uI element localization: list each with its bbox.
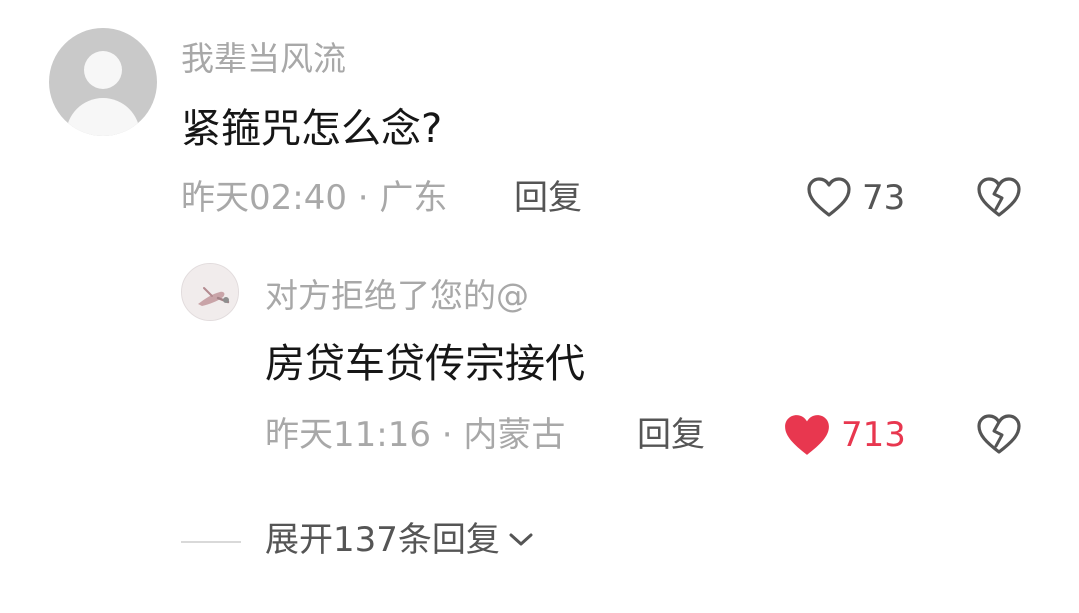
comment-content: 紧箍咒怎么念?	[181, 106, 443, 152]
avatar-image	[182, 264, 238, 320]
reply-button[interactable]: 回复	[514, 181, 582, 215]
expand-replies-button[interactable]: 展开137条回复	[265, 523, 534, 557]
like-count: 73	[862, 178, 906, 218]
chevron-down-icon	[509, 533, 533, 546]
dislike-button[interactable]	[976, 176, 1022, 222]
avatar-body-shape	[66, 98, 140, 136]
reply-like-count: 713	[841, 415, 906, 455]
avatar[interactable]	[49, 28, 157, 136]
reply-like-button[interactable]	[783, 413, 831, 461]
heart-filled-icon	[785, 415, 829, 455]
reply-reply-button[interactable]: 回复	[637, 418, 705, 452]
comment-timestamp: 昨天02:40 · 广东	[181, 178, 448, 218]
broken-heart-icon	[977, 177, 1021, 217]
comment-username[interactable]: 我辈当风流	[181, 42, 346, 75]
expand-replies-label: 展开137条回复	[265, 520, 500, 560]
reply-dislike-button[interactable]	[976, 413, 1022, 459]
avatar-head-shape	[84, 51, 122, 89]
reply-username[interactable]: 对方拒绝了您的@	[265, 279, 529, 312]
reply-avatar[interactable]	[181, 263, 239, 321]
reply-content: 房贷车贷传宗接代	[265, 341, 585, 387]
reply-timestamp: 昨天11:16 · 内蒙古	[265, 415, 566, 455]
broken-heart-icon	[977, 414, 1021, 454]
heart-outline-icon	[807, 177, 851, 217]
like-button[interactable]	[806, 176, 852, 222]
expand-divider	[181, 541, 241, 543]
